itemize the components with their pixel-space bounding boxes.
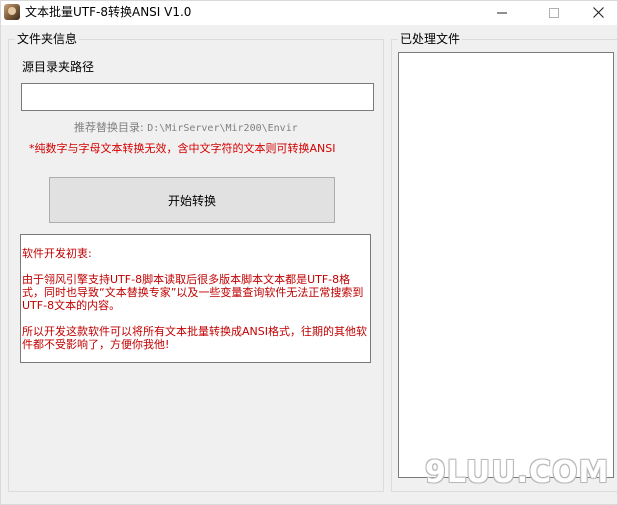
window-title: 文本批量UTF-8转换ANSI V1.0 xyxy=(25,5,192,19)
source-path-label: 源目录夹路径 xyxy=(22,60,95,74)
recommended-path-hint: 推荐替换目录: D:\MirServer\Mir200\Envir xyxy=(74,121,298,136)
close-button[interactable] xyxy=(575,1,617,25)
title-bar[interactable]: 文本批量UTF-8转换ANSI V1.0 xyxy=(1,1,617,25)
app-avatar-icon xyxy=(4,4,20,20)
maximize-button[interactable] xyxy=(531,1,577,25)
intro-paragraph-1: 由于翎风引擎支持UTF-8脚本读取后很多版本脚本文本都是UTF-8格式，同时也导… xyxy=(22,273,364,312)
recommended-path-hint-prefix: 推荐替换目录: xyxy=(74,121,144,134)
intro-heading: 软件开发初衷: xyxy=(22,247,92,260)
site-watermark: 9LUU.COM xyxy=(425,455,610,490)
source-path-input[interactable] xyxy=(21,83,374,111)
recommended-path-value: D:\MirServer\Mir200\Envir xyxy=(147,123,298,134)
processed-files-group-title: 已处理文件 xyxy=(398,31,463,47)
intro-spacer xyxy=(22,312,368,325)
minimize-icon xyxy=(497,12,507,13)
main-window: 文本批量UTF-8转换ANSI V1.0 文件夹信息 源目录夹路径 推荐替换目录… xyxy=(0,0,618,505)
conversion-warning: *纯数字与字母文本转换无效，含中文字符的文本则可转换ANSI xyxy=(29,142,336,155)
intro-spacer xyxy=(22,260,368,273)
folder-info-group-title: 文件夹信息 xyxy=(15,31,80,47)
dev-intro-textbox[interactable]: 软件开发初衷: 由于翎风引擎支持UTF-8脚本读取后很多版本脚本文本都是UTF-… xyxy=(20,234,371,363)
intro-paragraph-2: 所以开发这款软件可以将所有文本批量转换成ANSI格式，往期的其他软件都不受影响了… xyxy=(22,325,367,351)
start-convert-button[interactable]: 开始转换 xyxy=(49,177,335,223)
processed-files-list[interactable] xyxy=(398,52,614,478)
maximize-icon xyxy=(549,7,559,18)
minimize-button[interactable] xyxy=(479,1,525,25)
close-icon xyxy=(592,7,604,18)
